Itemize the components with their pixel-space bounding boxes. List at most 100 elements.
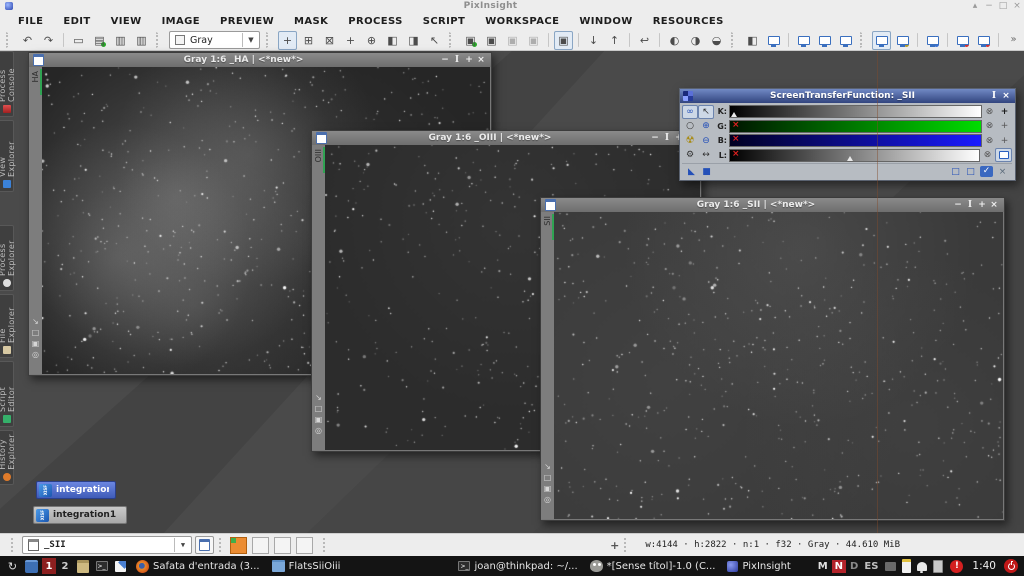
- sidebar-tab-process-explorer[interactable]: Process Explorer: [0, 225, 14, 291]
- window-minimize-button[interactable]: −: [649, 133, 661, 143]
- window-shade-button[interactable]: I: [661, 133, 673, 143]
- screen-transfer-monitor-icon[interactable]: [995, 148, 1012, 162]
- menu-item[interactable]: FILE: [8, 16, 53, 27]
- minimized-window-integration[interactable]: XISF integration: [36, 481, 116, 499]
- window-maximize-button[interactable]: +: [463, 55, 475, 65]
- invert-display-icon[interactable]: ◧: [743, 31, 762, 50]
- pan-mode-icon[interactable]: +: [278, 31, 297, 50]
- iconize-image-icon[interactable]: ▥: [132, 31, 151, 50]
- toolbar-separator[interactable]: [578, 33, 579, 47]
- screen-b-icon[interactable]: [815, 31, 834, 50]
- window-side-tab[interactable]: SII ↘ □ ▣ ◎: [541, 212, 554, 519]
- workspace-button-1[interactable]: 1: [42, 558, 56, 574]
- sidebar-tab-view-explorer[interactable]: View Explorer: [0, 120, 14, 192]
- window-close-button[interactable]: ×: [475, 55, 487, 65]
- save-stf-icon[interactable]: ↑: [605, 31, 624, 50]
- terminal-launcher-icon[interactable]: >_: [94, 559, 109, 573]
- toolbar-separator[interactable]: [629, 33, 630, 47]
- menu-item[interactable]: VIEW: [101, 16, 152, 27]
- statusbar-drag-handle[interactable]: [323, 538, 329, 552]
- toolbar-separator[interactable]: [659, 33, 660, 47]
- h-scroll-icon[interactable]: ↔: [698, 148, 714, 162]
- reset-channel-l-icon[interactable]: ⊗: [980, 150, 995, 160]
- toolbar-separator[interactable]: [917, 33, 918, 47]
- stf-slider-g[interactable]: ×: [729, 120, 982, 133]
- center-mode-icon[interactable]: ◎: [32, 349, 39, 360]
- app-close-button[interactable]: ×: [1010, 1, 1024, 11]
- notifications-bell-icon[interactable]: [917, 562, 927, 571]
- select-cursor-icon[interactable]: ↖: [425, 31, 444, 50]
- reset-channel-g-icon[interactable]: ⊗: [982, 121, 997, 131]
- toolbar-drag-handle[interactable]: [6, 32, 13, 48]
- redo-icon[interactable]: ↷: [39, 31, 58, 50]
- wrench-icon[interactable]: ⚙: [682, 148, 698, 162]
- toolbar-drag-handle[interactable]: [449, 32, 456, 48]
- iconize-view-button[interactable]: [195, 536, 214, 554]
- menu-item[interactable]: PREVIEW: [210, 16, 284, 27]
- mask-inverted-icon[interactable]: ◨: [404, 31, 423, 50]
- stf-shadows-icon[interactable]: ◐: [665, 31, 684, 50]
- center-mode-icon[interactable]: ◎: [315, 425, 322, 436]
- taskbar-button-firefox[interactable]: Safata d'entrada (3...: [132, 557, 264, 575]
- disable-stf-icon[interactable]: [953, 31, 972, 50]
- sidebar-tab-file-explorer[interactable]: File Explorer: [0, 294, 14, 358]
- workspace-button-2[interactable]: 2: [58, 558, 72, 574]
- tray-indicator-d[interactable]: D: [850, 561, 858, 572]
- stf-clip-icon[interactable]: ■: [699, 167, 714, 177]
- alert-icon[interactable]: !: [950, 560, 963, 573]
- shrink-windows-icon[interactable]: ⊠: [320, 31, 339, 50]
- archive-manager-icon[interactable]: [75, 559, 90, 573]
- stf-display-icon[interactable]: [764, 31, 783, 50]
- menu-item[interactable]: WORKSPACE: [475, 16, 569, 27]
- toolbar-separator[interactable]: [998, 33, 999, 47]
- taskbar-button-gimp[interactable]: *[Sense títol]-1.0 (C...: [586, 557, 720, 575]
- scroll-mode-icon[interactable]: ↘: [544, 461, 551, 472]
- statusbar-drag-handle[interactable]: [11, 538, 17, 552]
- stf-close-button[interactable]: ×: [1000, 91, 1012, 101]
- adjust-k-icon[interactable]: +: [997, 107, 1012, 117]
- display-channel-selector[interactable]: Gray ▼: [169, 31, 260, 49]
- restore-stf-icon[interactable]: ↩: [635, 31, 654, 50]
- sidebar-tab-process-console[interactable]: Process Console: [0, 51, 14, 117]
- auto-stretch-boost-icon[interactable]: ☢: [682, 134, 698, 148]
- toolbar-drag-handle[interactable]: [266, 32, 273, 48]
- window-shade-button[interactable]: I: [451, 55, 463, 65]
- stf-expand-icon[interactable]: ×: [995, 167, 1010, 177]
- link-rgb-icon[interactable]: ∞: [682, 105, 698, 119]
- keyboard-layout-indicator[interactable]: ES: [864, 561, 878, 572]
- app-restore-button[interactable]: □: [996, 1, 1010, 11]
- stf-edit-parameters-icon[interactable]: □: [963, 167, 978, 177]
- app-pin-button[interactable]: ▴: [968, 1, 982, 11]
- show-desktop-icon[interactable]: [24, 559, 39, 573]
- readout-mode-icon[interactable]: ▣: [544, 483, 552, 494]
- menu-item[interactable]: EDIT: [53, 16, 100, 27]
- load-stf-icon[interactable]: ↓: [584, 31, 603, 50]
- midtone-marker[interactable]: [731, 112, 737, 117]
- toolbar-drag-handle[interactable]: [860, 32, 867, 48]
- stf-dialog[interactable]: ScreenTransferFunction: _SII I × ∞ ↖ K: …: [679, 88, 1016, 181]
- fit-window-icon[interactable]: +: [341, 31, 360, 50]
- new-process-icon[interactable]: ▣: [461, 31, 480, 50]
- window-shade-button[interactable]: I: [964, 200, 976, 210]
- image-window-sii[interactable]: Gray 1:6 _SII | <*new*> − I + × SII ↘ □ …: [540, 197, 1005, 521]
- zoom-out-icon[interactable]: ⊖: [698, 134, 714, 148]
- zoom-cursor-icon[interactable]: ○: [682, 119, 698, 133]
- stf-link-icon[interactable]: □: [948, 167, 963, 177]
- center-mode-icon[interactable]: ◎: [544, 494, 551, 505]
- reset-channel-k-icon[interactable]: ⊗: [982, 107, 997, 117]
- workspace-thumbnail[interactable]: [274, 537, 291, 554]
- window-side-tab[interactable]: OIII ↘ □ ▣ ◎: [312, 145, 325, 450]
- toolbar-separator[interactable]: [788, 33, 789, 47]
- midtone-marker[interactable]: [847, 156, 853, 161]
- clone-process-icon[interactable]: ▣: [524, 31, 543, 50]
- enable-stf-icon[interactable]: [872, 31, 891, 50]
- window-close-button[interactable]: ×: [988, 200, 1000, 210]
- workspace-thumbnail[interactable]: [296, 537, 313, 554]
- menu-item[interactable]: WINDOW: [569, 16, 642, 27]
- app-minimize-button[interactable]: −: [982, 1, 996, 11]
- browse-process-icon[interactable]: ▣: [503, 31, 522, 50]
- rename-view-icon[interactable]: ▭: [69, 31, 88, 50]
- sidebar-tab-script-editor[interactable]: Script Editor: [0, 361, 14, 427]
- session-restart-icon[interactable]: ↻: [5, 559, 20, 573]
- stf-shade-button[interactable]: I: [988, 91, 1000, 101]
